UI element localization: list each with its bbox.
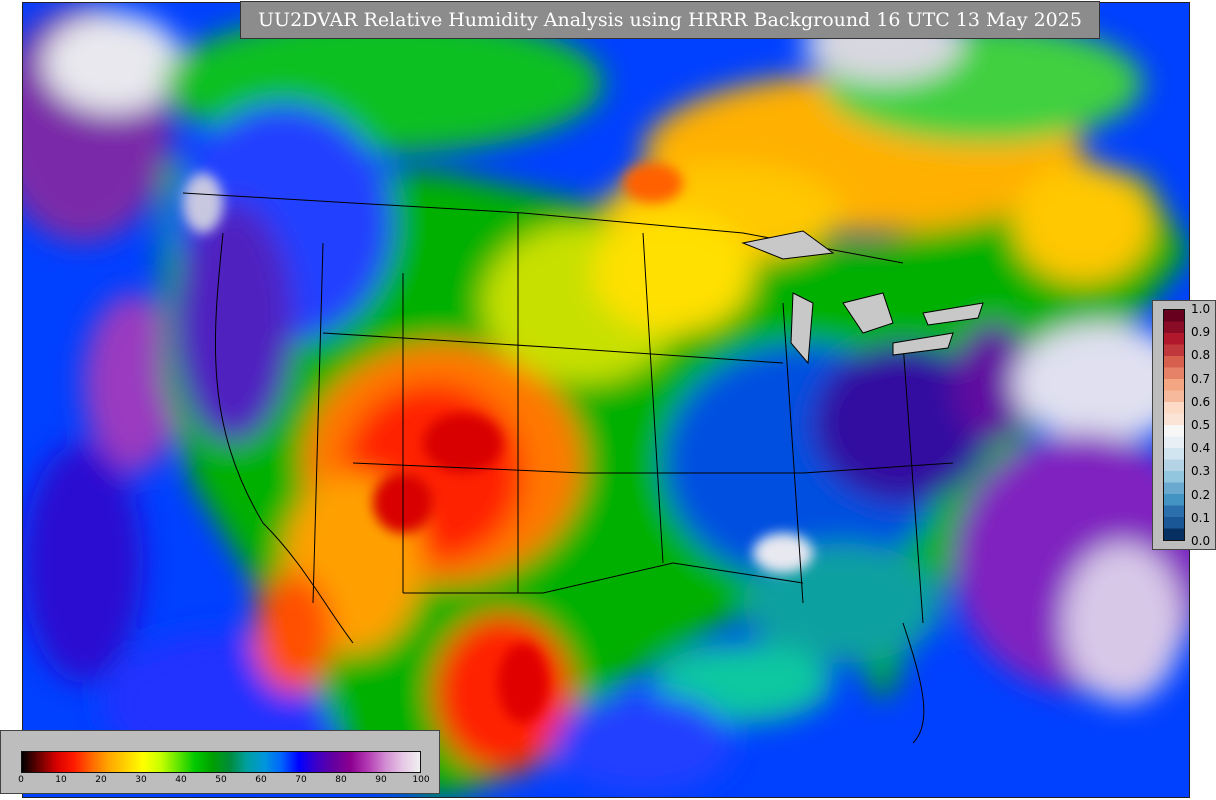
- increment-colorbar-tick: 0.6: [1191, 394, 1211, 409]
- humidity-colorbar-tick: 30: [135, 775, 147, 785]
- humidity-colorbar-tick: 80: [335, 775, 347, 785]
- humidity-colorbar-tick: 40: [175, 775, 187, 785]
- humidity-colorbar-tick: 60: [255, 775, 267, 785]
- increment-colorbar-tick: 0.7: [1191, 371, 1211, 386]
- map-title: UU2DVAR Relative Humidity Analysis using…: [240, 1, 1100, 39]
- humidity-colorbar: 0 10 20 30 40 50 60 70 80 90 100: [0, 730, 440, 794]
- humidity-colorbar-tick: 90: [375, 775, 387, 785]
- increment-colorbar-tick: 0.5: [1191, 418, 1211, 432]
- increment-colorbar: 0.0 0.1 0.2 0.3 0.4 0.5 0.6 0.7 0.8 0.9 1.0: [1152, 300, 1216, 550]
- increment-colorbar-tick: 0.9: [1191, 325, 1211, 340]
- increment-colorbar-tick: 0.0: [1191, 534, 1211, 548]
- increment-colorbar-tick: 0.2: [1191, 487, 1211, 502]
- map-area: [22, 2, 1190, 798]
- increment-colorbar-tick: 0.1: [1191, 510, 1211, 525]
- humidity-colorbar-gradient: [21, 751, 421, 773]
- humidity-colorbar-tick: 70: [295, 775, 307, 785]
- humidity-colorbar-tick: 0: [18, 775, 24, 785]
- humidity-colorbar-tick: 20: [95, 775, 107, 785]
- increment-colorbar-gradient: [1163, 309, 1185, 541]
- humidity-colorbar-tick: 10: [55, 775, 67, 785]
- increment-colorbar-tick: 1.0: [1191, 302, 1211, 316]
- humidity-colorbar-tick: 50: [215, 775, 227, 785]
- increment-colorbar-tick: 0.4: [1191, 441, 1211, 456]
- humidity-map: [23, 3, 1189, 797]
- increment-colorbar-tick: 0.8: [1191, 348, 1211, 363]
- increment-colorbar-tick: 0.3: [1191, 464, 1211, 479]
- humidity-colorbar-tick: 100: [412, 775, 430, 785]
